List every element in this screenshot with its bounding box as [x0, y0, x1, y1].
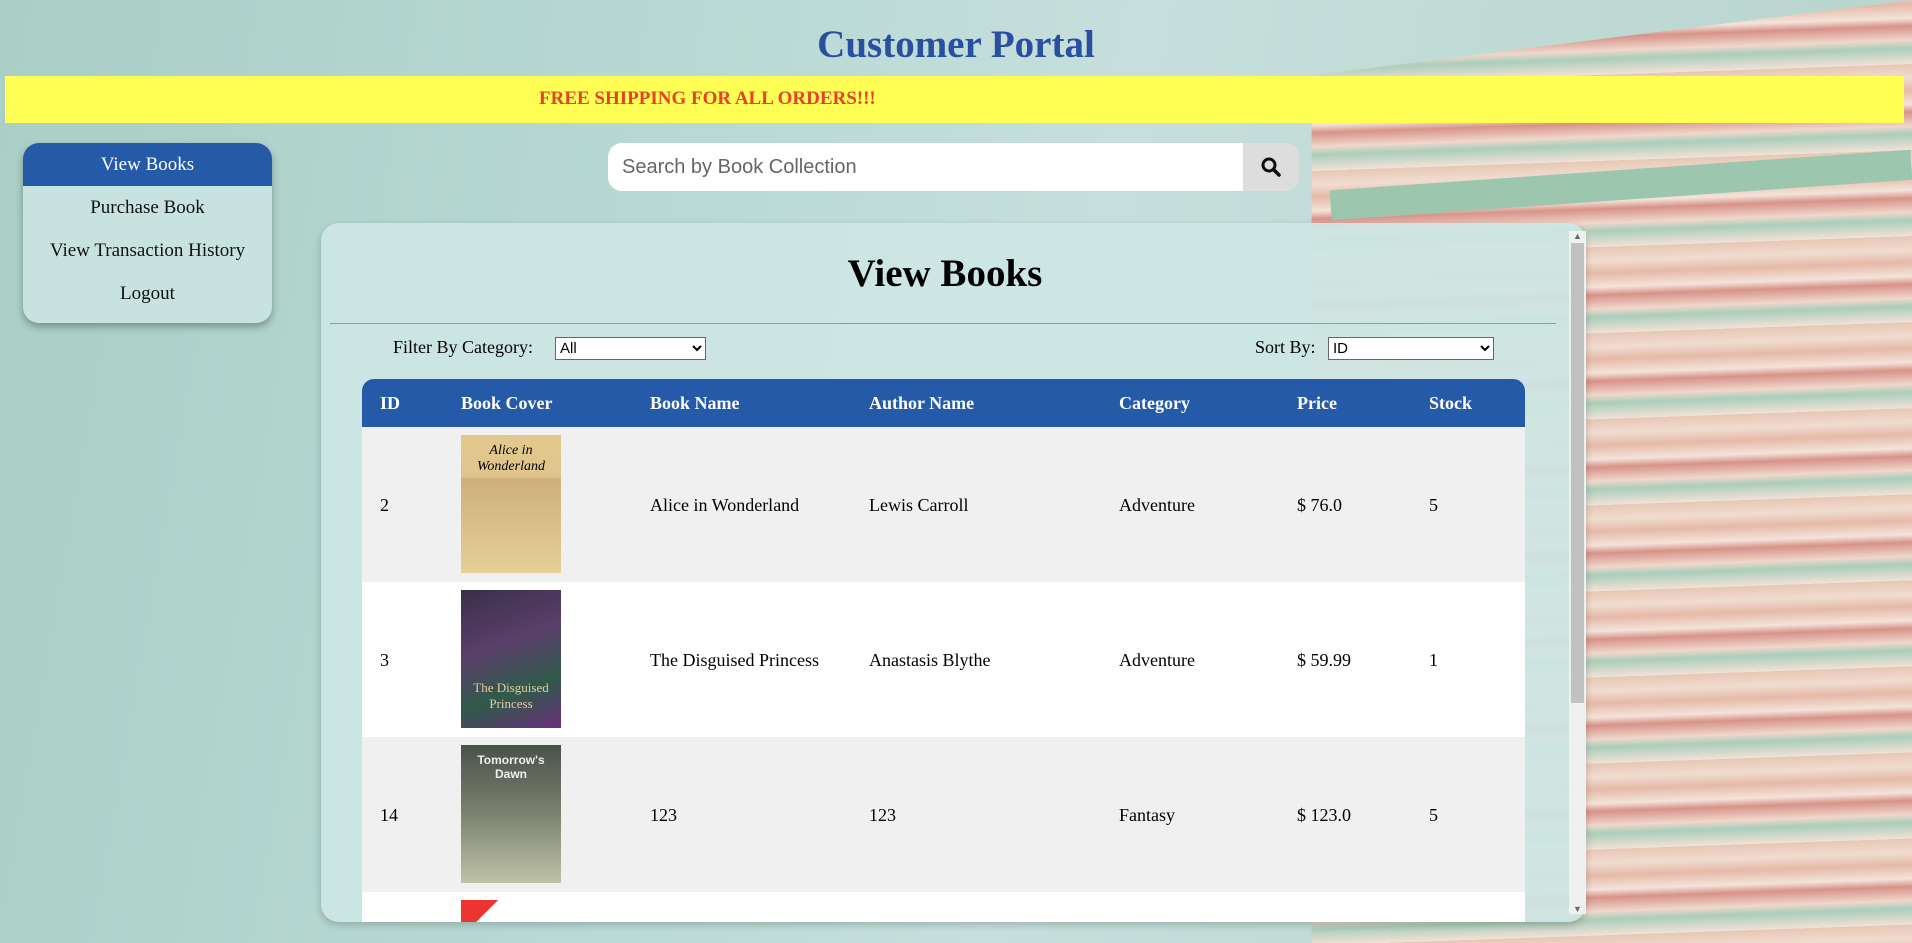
- panel-title: View Books: [847, 252, 1043, 295]
- cell-id: 3: [380, 649, 389, 670]
- header-author: Author Name: [869, 393, 975, 413]
- table-row: 14 Tomorrow's Dawn 123 123 Fantasy $ 123…: [362, 737, 1525, 892]
- cell-price: $ 76.0: [1297, 494, 1342, 515]
- table-row-partial: [362, 892, 1525, 922]
- panel-scrollbar[interactable]: ▲ ▼: [1569, 231, 1586, 914]
- page-title: Customer Portal: [817, 23, 1095, 66]
- cell-author: Lewis Carroll: [869, 494, 969, 515]
- header-name: Book Name: [650, 393, 740, 413]
- cell-stock: 1: [1429, 649, 1438, 670]
- scroll-down-arrow-icon[interactable]: ▼: [1569, 904, 1586, 914]
- sidebar-item-logout[interactable]: Logout: [23, 272, 272, 315]
- cell-stock: 5: [1429, 804, 1438, 825]
- search-button[interactable]: [1243, 143, 1299, 191]
- sort-select[interactable]: ID: [1328, 337, 1494, 360]
- search-icon: [1261, 157, 1281, 177]
- promo-banner: FREE SHIPPING FOR ALL ORDERS!!!: [5, 76, 1904, 123]
- header-stock: Stock: [1429, 393, 1473, 413]
- header-cover: Book Cover: [461, 393, 553, 413]
- search-input[interactable]: [608, 143, 1243, 191]
- header-price: Price: [1297, 393, 1337, 413]
- sidebar-item-purchase-book[interactable]: Purchase Book: [23, 186, 272, 229]
- scroll-up-arrow-icon[interactable]: ▲: [1569, 231, 1586, 241]
- sort-label: Sort By:: [1255, 337, 1316, 357]
- view-books-panel: View Books Filter By Category: All Sort …: [321, 223, 1586, 922]
- cell-author: Anastasis Blythe: [869, 649, 991, 670]
- cell-book-name: The Disguised Princess: [650, 649, 819, 670]
- book-cover-image: Alice in Wonderland: [461, 435, 561, 573]
- scrollbar-thumb[interactable]: [1571, 243, 1584, 703]
- sidebar: View Books Purchase Book View Transactio…: [23, 143, 272, 323]
- sidebar-item-transaction-history[interactable]: View Transaction History: [23, 229, 272, 272]
- cell-book-name: Alice in Wonderland: [650, 494, 800, 515]
- cell-category: Fantasy: [1119, 804, 1175, 825]
- table-row: 2 Alice in Wonderland Alice in Wonderlan…: [362, 427, 1525, 582]
- table-row: 3 The Disguised Princess The Disguised P…: [362, 582, 1525, 737]
- category-filter-select[interactable]: All: [555, 337, 706, 360]
- cell-price: $ 123.0: [1297, 804, 1351, 825]
- book-cover-image: [461, 900, 561, 922]
- cell-category: Adventure: [1119, 494, 1195, 515]
- cell-author: 123: [869, 804, 896, 825]
- header-id: ID: [380, 393, 401, 413]
- cell-id: 2: [380, 494, 389, 515]
- book-cover-image: The Disguised Princess: [461, 590, 561, 728]
- book-cover-image: Tomorrow's Dawn: [461, 745, 561, 883]
- header-category: Category: [1119, 393, 1190, 413]
- search-bar: [608, 143, 1299, 191]
- promo-text: FREE SHIPPING FOR ALL ORDERS!!!: [539, 88, 876, 109]
- cell-category: Adventure: [1119, 649, 1195, 670]
- books-table: ID Book Cover Book Name Author Name Cate…: [362, 379, 1525, 922]
- divider: [330, 323, 1556, 324]
- cell-book-name: 123: [650, 804, 677, 825]
- table-header: ID Book Cover Book Name Author Name Cate…: [362, 379, 1525, 427]
- filter-label: Filter By Category:: [393, 337, 533, 357]
- cell-stock: 5: [1429, 494, 1438, 515]
- cell-price: $ 59.99: [1297, 649, 1351, 670]
- sidebar-item-view-books[interactable]: View Books: [23, 143, 272, 186]
- cell-id: 14: [380, 804, 398, 825]
